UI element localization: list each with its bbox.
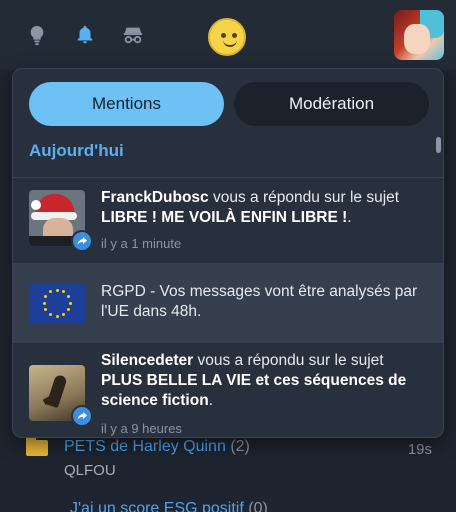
eu-star <box>55 314 59 318</box>
section-title-today: Aujourd'hui <box>29 141 124 160</box>
topic-reply-count: (0) <box>248 500 268 512</box>
scrollbar[interactable] <box>436 137 441 153</box>
topic-author[interactable]: QLFOU <box>64 462 116 479</box>
notification-item[interactable]: Silencedeter vous a répondu sur le sujet… <box>13 343 443 437</box>
notification-text: RGPD - Vos messages vont être analysés p… <box>101 283 418 320</box>
incognito-icon[interactable] <box>120 22 146 48</box>
lightbulb-icon[interactable] <box>24 22 50 48</box>
bell-icon[interactable] <box>72 22 98 48</box>
notification-time: il y a 1 minute <box>101 236 182 251</box>
eu-star <box>44 295 48 298</box>
reply-icon <box>71 405 93 427</box>
eu-star <box>49 290 52 294</box>
eu-star <box>66 295 70 298</box>
notifications-dropdown: Mentions Modération Aujourd'hui FranckDu… <box>12 68 444 438</box>
eu-star <box>62 312 65 316</box>
tab-moderation[interactable]: Modération <box>234 82 429 126</box>
topic-title[interactable]: PETS de Harley Quinn (2) <box>64 438 250 456</box>
topic-time: 19s <box>407 441 432 458</box>
topic-title[interactable]: J'ai un score ESG positif (0) <box>70 500 268 512</box>
eu-flag-icon <box>29 283 85 323</box>
folder-icon <box>26 436 48 456</box>
tab-mentions[interactable]: Mentions <box>29 82 224 126</box>
notification-subject[interactable]: PLUS BELLE LA VIE et ces séquences de sc… <box>101 372 406 409</box>
notification-tabs: Mentions Modération <box>29 82 429 126</box>
reply-icon <box>71 230 93 252</box>
notification-time: il y a 9 heures <box>101 421 182 436</box>
top-navigation-bar <box>0 0 456 70</box>
eu-star <box>49 312 52 316</box>
notification-subject[interactable]: LIBRE ! ME VOILÀ ENFIN LIBRE ! <box>101 209 347 226</box>
smiley-emoji-icon[interactable] <box>208 18 246 56</box>
notification-text: FranckDubosc vous a répondu sur le sujet… <box>101 189 400 226</box>
user-avatar[interactable] <box>394 10 444 60</box>
eu-star <box>44 308 48 311</box>
eu-star <box>62 290 65 294</box>
topic-reply-count: (2) <box>230 438 250 455</box>
notification-text: Silencedeter vous a répondu sur le sujet… <box>101 352 407 409</box>
notification-user[interactable]: Silencedeter <box>101 352 193 369</box>
eu-star <box>68 301 72 305</box>
notification-item[interactable]: RGPD - Vos messages vont être analysés p… <box>13 264 443 342</box>
notification-user[interactable]: FranckDubosc <box>101 189 209 206</box>
eu-star <box>66 308 70 311</box>
eu-star <box>55 288 59 292</box>
notification-item[interactable]: FranckDubosc vous a répondu sur le sujet… <box>13 178 443 263</box>
eu-star <box>42 301 46 305</box>
